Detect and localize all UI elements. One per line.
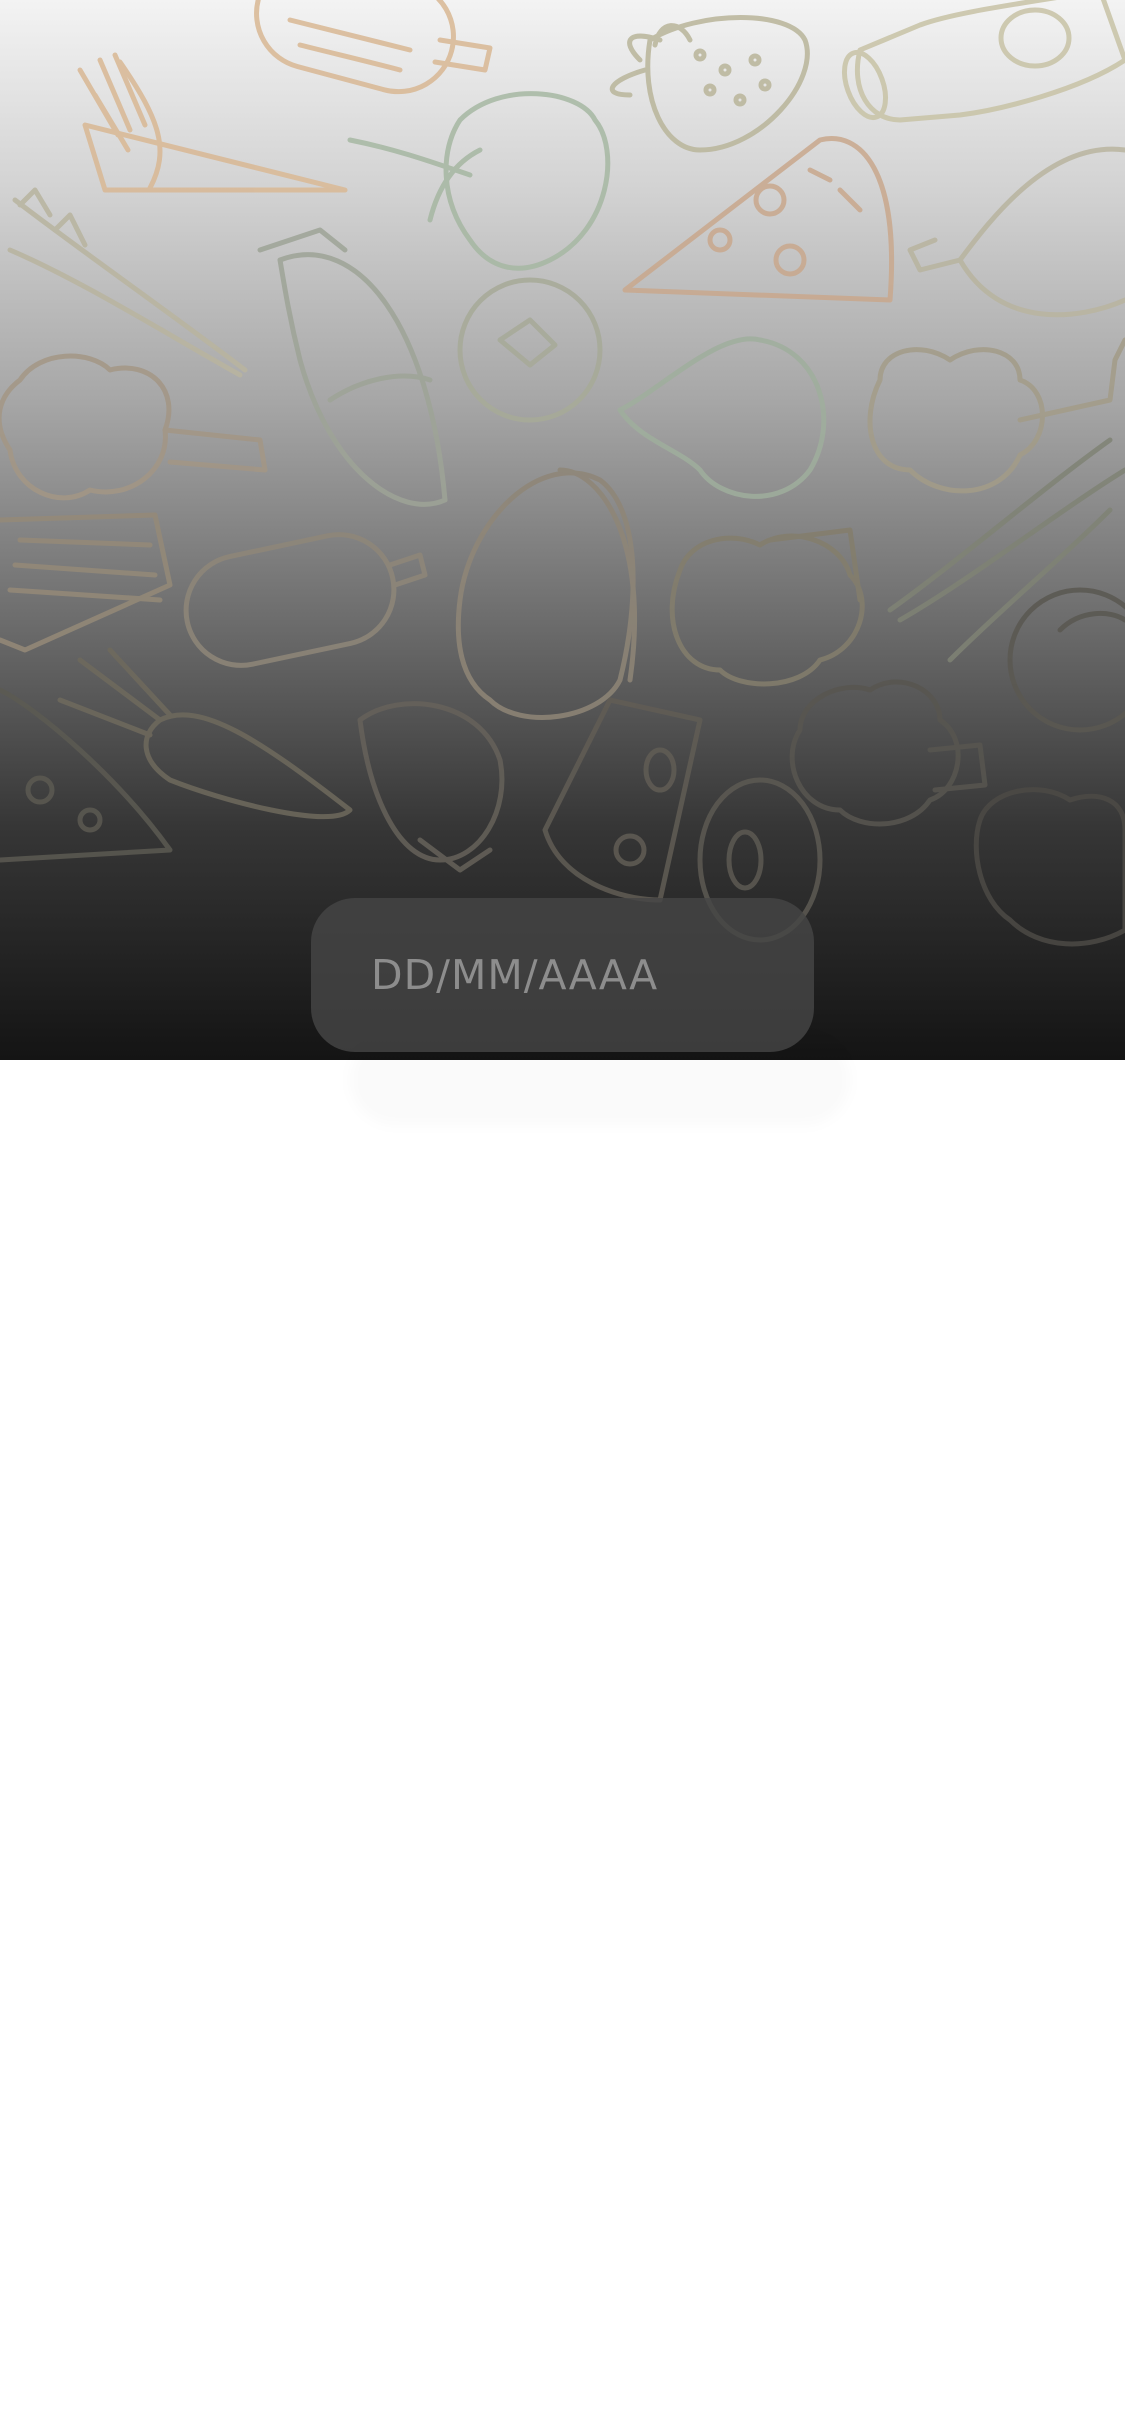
popsicle-icon: [183, 532, 428, 668]
broccoli-icon: [0, 353, 268, 501]
fries-icon: [77, 52, 348, 193]
garlic-icon: [617, 336, 827, 499]
popsicle-icon: [254, 0, 493, 95]
pizza-slice-icon: [0, 687, 173, 863]
bottle-icon: [841, 0, 1125, 123]
strawberry-icon: [609, 15, 810, 153]
broccoli-icon: [789, 679, 988, 827]
date-input[interactable]: [311, 898, 814, 1052]
fish-icon: [257, 227, 448, 507]
drumstick-icon: [907, 146, 1125, 318]
broccoli-icon: [867, 337, 1125, 494]
strawberry-icon: [357, 701, 505, 873]
burger-icon: [455, 467, 637, 720]
asparagus-icon: [7, 187, 248, 378]
cheese-icon: [542, 697, 703, 903]
fries-icon: [0, 512, 173, 653]
carrot-icon: [57, 647, 353, 819]
app-screen: [0, 0, 1125, 2436]
tomato-icon: [457, 277, 603, 423]
apple-icon: [347, 91, 611, 271]
broccoli-icon: [669, 527, 865, 687]
garlic-icon: [1007, 587, 1125, 733]
pizza-slice-icon: [622, 136, 895, 303]
broccoli-icon: [973, 787, 1125, 947]
